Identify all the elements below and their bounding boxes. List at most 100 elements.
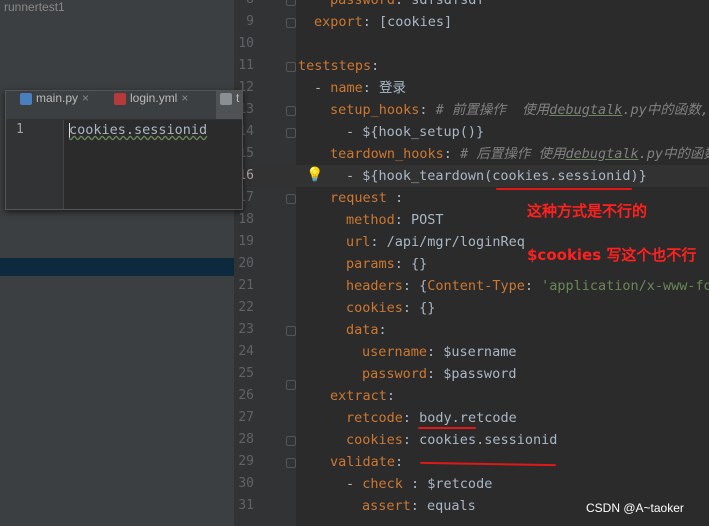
code-line-24: username: $username — [362, 341, 516, 363]
yaml-value: $username — [443, 344, 517, 360]
yaml-key: url — [346, 234, 371, 250]
annotation-note: $cookies 写这个也不行 — [527, 246, 697, 264]
punct: : — [427, 366, 444, 382]
fold-icon[interactable] — [286, 128, 296, 138]
line-number: 23 — [238, 322, 254, 337]
code-line-14: - ${hook_setup()} — [346, 124, 485, 140]
code-line-11: teststeps: — [298, 55, 379, 77]
code-line-23: data: — [346, 319, 387, 341]
red-underline — [418, 427, 476, 429]
project-panel: runnertest1 — [0, 0, 234, 526]
yaml-key: teardown_hooks — [330, 146, 444, 162]
comment: # 前置操作 使用 — [435, 102, 550, 118]
punct: : — [371, 58, 380, 74]
fold-icon[interactable] — [286, 0, 296, 6]
code-line-8: password: sdfsdfsdf — [330, 0, 484, 11]
yaml-key: password — [330, 0, 396, 8]
tab-label: main.py — [36, 91, 79, 105]
fold-icon[interactable] — [286, 106, 296, 116]
punct: - — [346, 476, 363, 492]
yaml-value: cookies.sessionid — [419, 432, 558, 448]
code-line-15: teardown_hooks: # 后置操作 使用debugtalk.py中的函… — [330, 143, 709, 165]
code-line-30: - check : $retcode — [346, 473, 492, 495]
tab-bar: main.py × login.yml × t — [6, 91, 242, 120]
line-number: 30 — [238, 476, 254, 491]
line-number: 28 — [238, 432, 254, 447]
punct: : { — [402, 278, 428, 294]
punct: : — [395, 454, 404, 470]
code-line-28: cookies: cookies.sessionid — [346, 429, 557, 451]
tab-active[interactable]: t — [216, 91, 242, 119]
code-line-13: setup_hooks: # 前置操作 使用debugtalk.py中的函数, — [330, 99, 709, 121]
yaml-key: data — [346, 322, 379, 338]
line-number: 31 — [238, 498, 254, 513]
code-line-22: cookies: {} — [346, 297, 435, 319]
fold-icon[interactable] — [286, 62, 296, 72]
yaml-value: : {} — [394, 256, 428, 272]
project-selected-row[interactable] — [0, 258, 234, 276]
yaml-key: cookies — [346, 300, 403, 316]
yaml-key: name — [330, 80, 363, 96]
punct: : — [386, 190, 404, 206]
code-line-21: headers: {Content-Type: 'application/x-w… — [346, 275, 709, 297]
code-line-26: extract: — [330, 385, 395, 407]
yaml-key: Content-Type — [427, 278, 525, 294]
punct: : — [395, 0, 412, 8]
yaml-key: teststeps — [298, 58, 372, 74]
yaml-value: : [cookies] — [362, 14, 453, 30]
comment: .py中的函数, — [622, 102, 709, 118]
code-line-16: - ${hook_teardown(cookies.sessionid)} — [346, 168, 647, 184]
project-tree-item[interactable]: runnertest1 — [4, 0, 65, 14]
yaml-file-icon — [114, 92, 126, 105]
fold-icon[interactable] — [286, 436, 296, 446]
line-number: 9 — [246, 14, 254, 29]
fold-icon[interactable] — [286, 380, 296, 390]
punct: : — [378, 322, 387, 338]
code-line-31: assert: equals — [362, 495, 476, 517]
line-number: 20 — [238, 256, 254, 271]
tab-login-yml[interactable]: login.yml × — [114, 91, 188, 119]
yaml-key: username — [362, 344, 428, 360]
line-number: 27 — [238, 410, 254, 425]
yaml-value: sdfsdfsdf — [411, 0, 485, 8]
lightbulb-icon[interactable]: 💡 — [306, 167, 323, 183]
tab-label: login.yml — [130, 91, 178, 105]
punct: : — [410, 498, 428, 514]
annotation-note: 这种方式是不行的 — [527, 202, 648, 220]
fold-icon[interactable] — [286, 194, 296, 204]
code-line-25: password: $password — [362, 363, 516, 385]
comment: debugtalk — [549, 102, 623, 118]
text-file-icon — [220, 92, 232, 105]
yaml-key: extract — [330, 388, 387, 404]
watermark: CSDN @A~taoker — [586, 501, 684, 515]
code-line-27: retcode: body.retcode — [346, 407, 517, 429]
line-number: 24 — [238, 344, 254, 359]
close-icon[interactable]: × — [82, 91, 89, 105]
fold-icon[interactable] — [286, 18, 296, 28]
line-number: 8 — [234, 0, 254, 11]
fold-icon[interactable] — [286, 326, 296, 336]
yaml-key: request — [330, 190, 387, 206]
popup-editor-window[interactable]: main.py × login.yml × t 1 cookies.sessioni… — [5, 90, 243, 210]
punct: - — [314, 80, 331, 96]
punct: : — [370, 234, 387, 250]
fold-icon[interactable] — [286, 458, 296, 468]
yaml-value: /api/mgr/loginReq — [386, 234, 525, 250]
punct: : — [402, 410, 420, 426]
popup-code-line[interactable]: cookies.sessionid — [69, 122, 207, 138]
yaml-value: 登录 — [379, 80, 407, 96]
yaml-key: method — [346, 212, 395, 228]
close-icon[interactable]: × — [181, 91, 188, 105]
comment: # 后置操作 使用 — [460, 146, 566, 162]
punct: : — [402, 432, 420, 448]
yaml-key: check — [362, 476, 403, 492]
yaml-key: retcode — [346, 410, 403, 426]
tab-label: t — [236, 91, 240, 105]
tab-main-py[interactable]: main.py × — [20, 91, 89, 119]
code-line-18: method: POST — [346, 209, 444, 231]
yaml-value: POST — [411, 212, 444, 228]
line-number: 25 — [238, 366, 254, 381]
comment: .py中的函数 — [638, 146, 709, 162]
yaml-key: password — [362, 366, 428, 382]
line-number: 26 — [238, 388, 254, 403]
